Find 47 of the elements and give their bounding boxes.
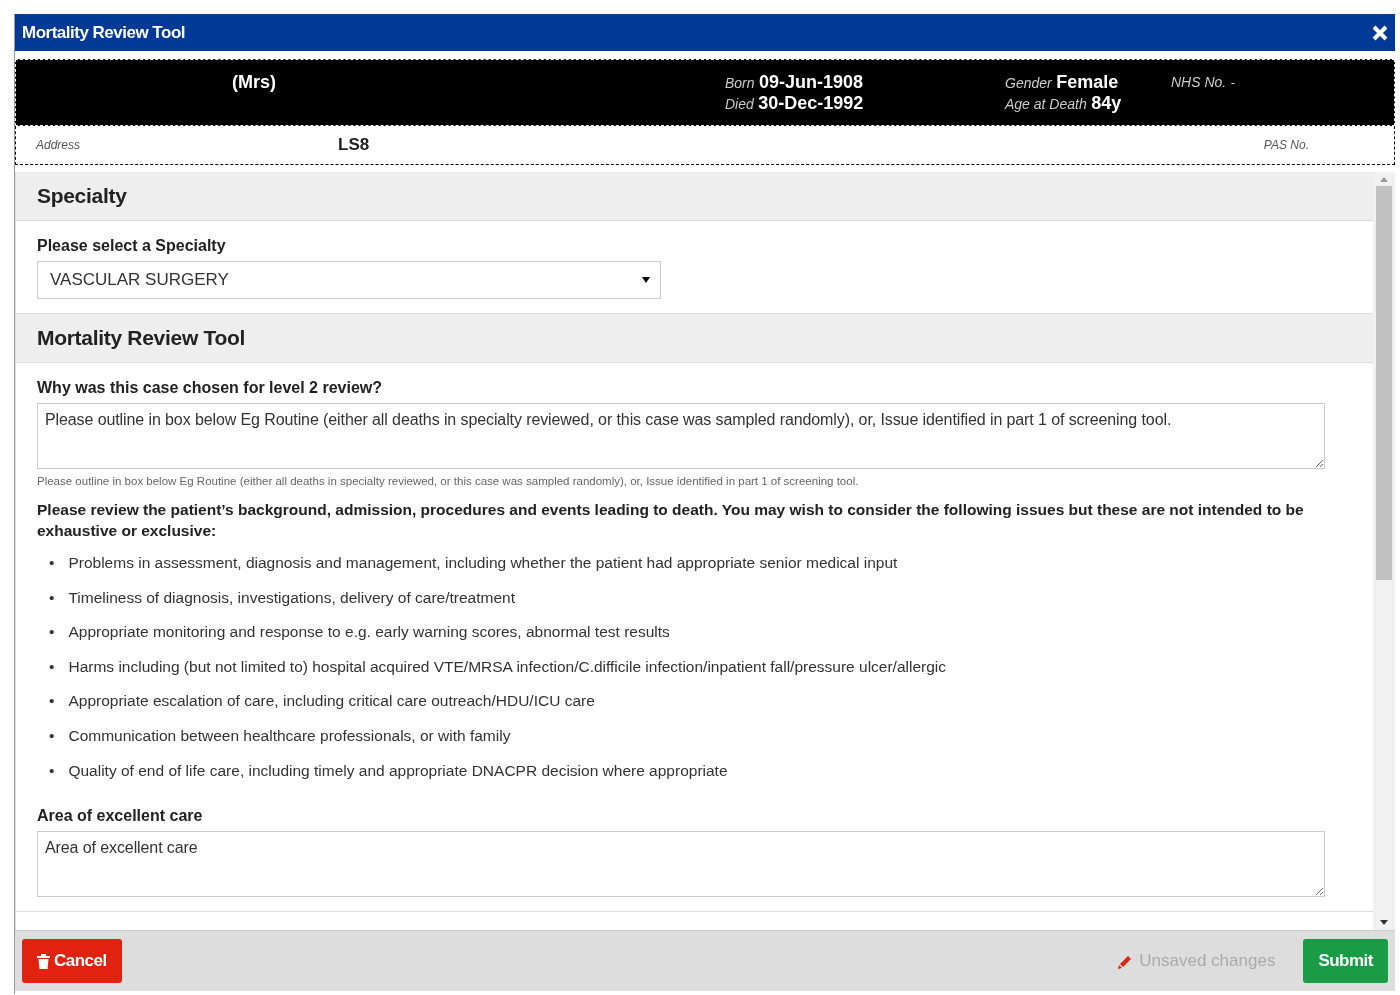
bullet: • — [49, 760, 55, 781]
scrollbar-thumb[interactable] — [1376, 186, 1392, 580]
bullet: • — [49, 622, 55, 643]
field-label: Age at Death — [1005, 96, 1087, 112]
field-label: NHS No. — [1171, 74, 1227, 90]
specialty-dropdown[interactable]: VASCULAR SURGERY — [37, 261, 661, 299]
field-label: Died — [725, 96, 754, 112]
answer-box[interactable]: Please outline in box below Eg Routine (either all deaths in specialty reviewed, or this case was sampled randomly), or, Issue identified in part 1 of screening tool. — [37, 403, 1325, 469]
issue-item: Timeliness of diagnosis, investigations, delivery of care/treatment — [68, 587, 515, 608]
bullet: • — [49, 691, 55, 712]
field-label: Address — [36, 138, 81, 152]
issue-item: Appropriate escalation of care, including critical care outreach/HDU/ICU care — [68, 691, 595, 712]
caret-icon — [642, 277, 650, 283]
section-header: Mortality Review Tool — [16, 314, 1373, 363]
death-date: 30-Dec-1992 — [758, 93, 864, 113]
birth-date: 09-Jun-1908 — [759, 72, 864, 92]
issue-item: Harms including (but not limited to) hospital acquired VTE/MRSA infection/C.difficile infection/inpatient fall/pressure ulcer/allergic — [68, 656, 947, 677]
field-label: Area of excellent care — [37, 806, 204, 825]
bullet: • — [49, 587, 55, 608]
bullet: • — [49, 656, 55, 677]
answer-box[interactable]: Area of excellent care — [37, 830, 1325, 897]
window-title: Mortality Review Tool — [22, 22, 185, 43]
bullet: • — [49, 553, 55, 573]
issue-item: Appropriate monitoring and response to e.g. early warning scores, abnormal test results — [68, 622, 670, 643]
age-value: 84y — [1091, 93, 1122, 113]
issue-item: Problems in assessment, diagnosis and management, including whether the patient had appropriate senior medical input — [68, 553, 898, 573]
field-label: Please select a Specialty — [37, 237, 227, 255]
issue-item: Communication between healthcare professionals, or with family — [68, 725, 511, 746]
field-label: Gender — [1005, 75, 1052, 91]
field-label: PAS No. — [1263, 138, 1309, 152]
instructions-text: Please review the patient’s background, admission, procedures and events leading to death. You may wish to consider the following issues but these are not intended to be exhaustive or exclusive: — [37, 500, 1305, 541]
help-text: Please outline in box below Eg Routine (either all deaths in specialty reviewed, or this case was sampled randomly), or, Issue identified in part 1 of screening tool. — [37, 475, 860, 487]
issue-item: Quality of end of life care, including timely and appropriate DNACPR decision where appropriate — [68, 760, 728, 781]
address-value: LS8 — [338, 135, 370, 155]
patient-name: (Mrs) — [232, 72, 276, 93]
trash-icon — [37, 953, 50, 969]
pencil-icon — [1118, 953, 1134, 969]
section-header: Specialty — [16, 172, 1373, 221]
nhs-value: - — [1230, 76, 1235, 90]
gender-value: Female — [1056, 72, 1119, 92]
cancel-button[interactable]: Cancel — [22, 939, 122, 983]
bullet: • — [49, 725, 55, 746]
field-label: Born — [725, 75, 755, 91]
close-icon[interactable] — [1372, 24, 1388, 41]
scrollbar[interactable] — [1373, 172, 1395, 930]
submit-button[interactable]: Submit — [1303, 939, 1388, 983]
field-label: Why was this case chosen for level 2 review? — [37, 379, 384, 397]
